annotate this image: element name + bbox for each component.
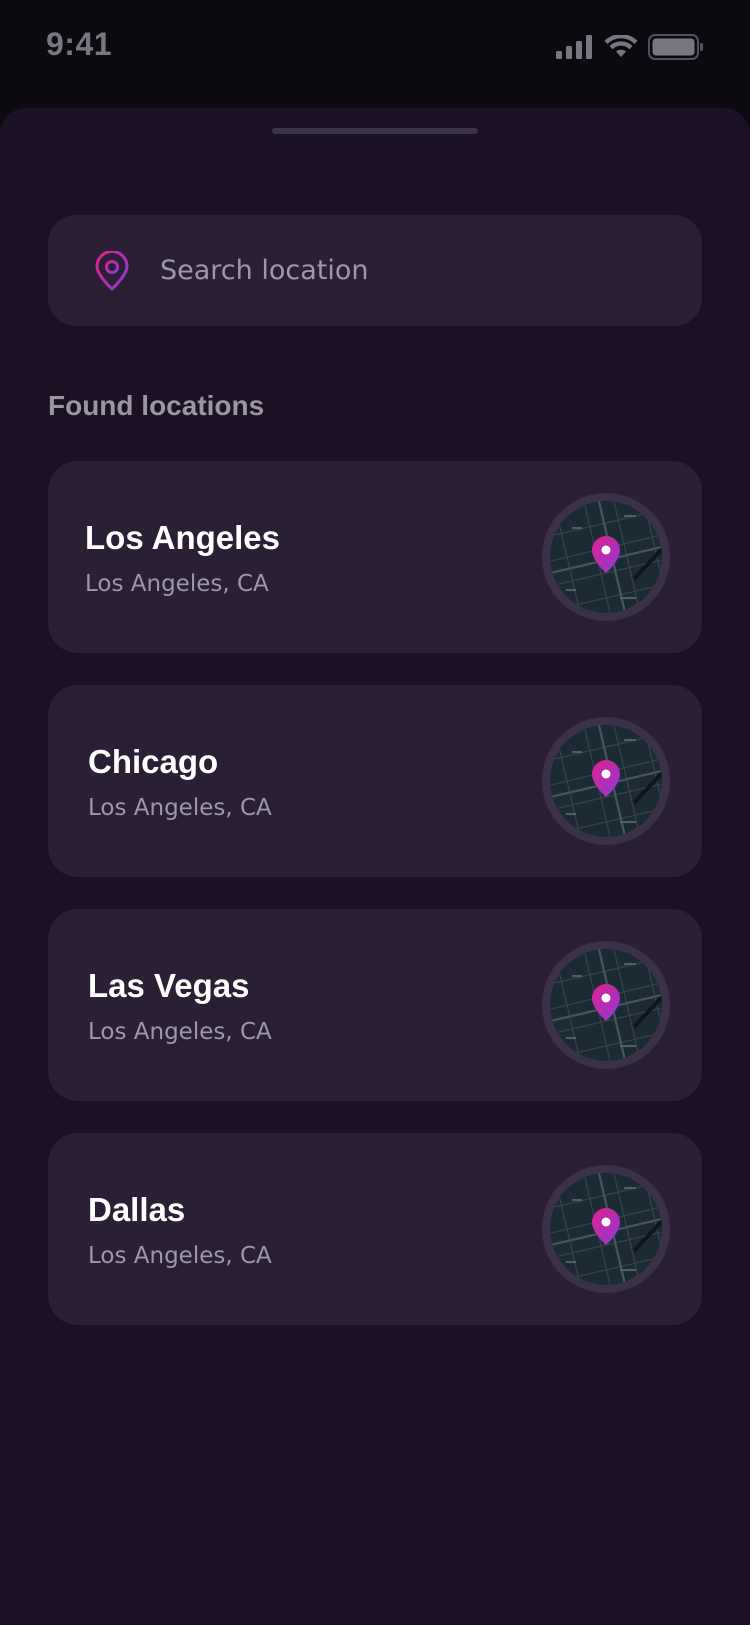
map-icon	[550, 949, 662, 1061]
map-thumbnail	[542, 941, 670, 1069]
location-name: Dallas	[88, 1191, 186, 1228]
battery-icon	[648, 34, 704, 60]
map-thumbnail	[542, 1165, 670, 1293]
location-name: Chicago	[88, 743, 219, 780]
map-icon	[550, 1173, 662, 1285]
status-bar: 9:41	[0, 0, 750, 100]
map-icon	[550, 501, 662, 613]
found-locations-heading: Found locations	[48, 390, 265, 421]
status-time: 9:41	[46, 26, 113, 62]
location-address: Los Angeles, CA	[88, 1243, 272, 1269]
location-address: Los Angeles, CA	[88, 795, 272, 821]
location-pin-icon	[92, 250, 132, 291]
location-name: Los Angeles	[85, 519, 280, 556]
location-address: Los Angeles, CA	[88, 1019, 272, 1045]
map-thumbnail	[542, 493, 670, 621]
sheet-grabber[interactable]	[272, 128, 478, 134]
signal-icon	[556, 35, 594, 59]
location-search-screen: 9:41 Search location Found locations Los…	[0, 0, 750, 1625]
search-input[interactable]	[160, 215, 660, 326]
location-card-las-vegas[interactable]: Las Vegas Los Angeles, CA	[48, 909, 702, 1101]
status-icons	[556, 34, 704, 60]
map-icon	[550, 725, 662, 837]
bottom-sheet: Found locations Los Angeles Los Angeles,…	[0, 108, 750, 1625]
location-list: Los Angeles Los Angeles, CA Chicago Los …	[48, 461, 702, 1357]
location-card-los-angeles[interactable]: Los Angeles Los Angeles, CA	[48, 461, 702, 653]
location-name: Las Vegas	[88, 967, 250, 1004]
wifi-icon	[604, 35, 638, 59]
location-address: Los Angeles, CA	[85, 571, 269, 597]
search-field[interactable]	[48, 215, 702, 326]
location-card-dallas[interactable]: Dallas Los Angeles, CA	[48, 1133, 702, 1325]
location-card-chicago[interactable]: Chicago Los Angeles, CA	[48, 685, 702, 877]
map-thumbnail	[542, 717, 670, 845]
